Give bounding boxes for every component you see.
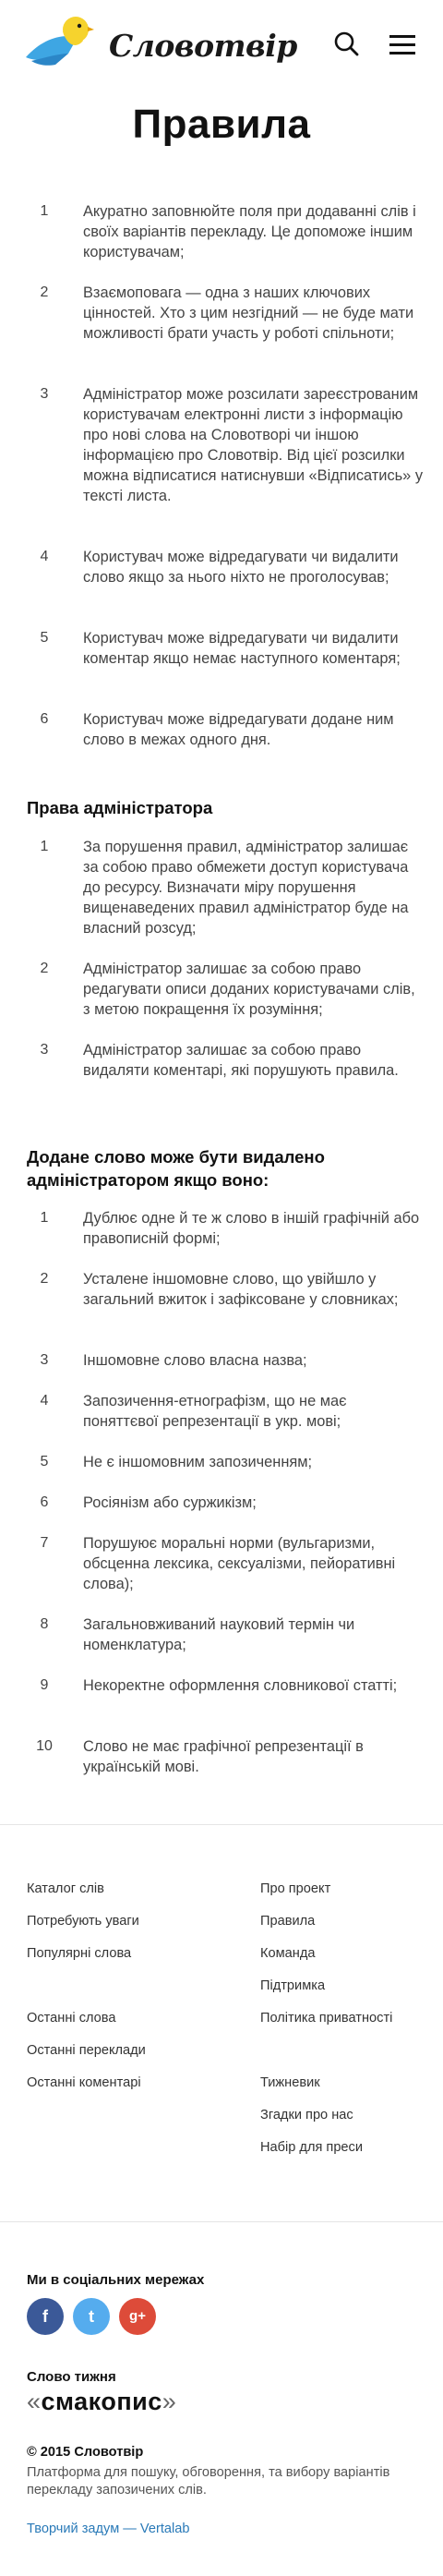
- footer-link-about[interactable]: Про проект: [260, 1880, 330, 1898]
- removal-section-title: Додане слово може бути видалено адмініст…: [27, 1147, 325, 1190]
- rule-text: Адміністратор залишає за собою право вид…: [83, 1042, 399, 1079]
- rule-text: Усталене іншомовне слово, що увійшло у з…: [83, 1271, 399, 1308]
- rule-number: 4: [40, 1393, 49, 1409]
- rule-number: 5: [40, 630, 49, 646]
- google-plus-button[interactable]: g+: [119, 2298, 156, 2335]
- rule-number: 10: [36, 1738, 53, 1754]
- rule-text: Слово не має графічної репрезентації в у…: [83, 1738, 364, 1775]
- rule-text: Порушуює моральні норми (вульгаризми, об…: [83, 1535, 396, 1592]
- site-header: Словотвір: [0, 0, 443, 89]
- word-of-week-title: Слово тижня: [27, 2369, 116, 2385]
- rule-text: Росіянізм або суржикізм;: [83, 1494, 257, 1511]
- rule-number: 1: [40, 1210, 49, 1226]
- rule-text: Дублює одне й те ж слово в іншій графічн…: [83, 1210, 420, 1247]
- twitter-button[interactable]: t: [73, 2298, 110, 2335]
- rule-number: 5: [40, 1454, 49, 1469]
- word-of-week-link[interactable]: «смакопис»: [27, 2388, 176, 2416]
- rule-text: Користувач може відредагувати чи видалит…: [83, 630, 401, 667]
- rule-number: 2: [40, 1271, 49, 1287]
- footer-link-recent-translations[interactable]: Останні переклади: [27, 2041, 146, 2060]
- rule-number: 6: [40, 1494, 49, 1510]
- search-button[interactable]: [330, 28, 364, 61]
- rule-number: 2: [40, 284, 49, 300]
- footer-link-rules[interactable]: Правила: [260, 1912, 315, 1930]
- footer-divider-2: [0, 2221, 443, 2222]
- rule-number: 1: [40, 203, 49, 219]
- rule-number: 2: [40, 961, 49, 976]
- footer-link-mentions[interactable]: Згадки про нас: [260, 2106, 353, 2124]
- rule-text: Адміністратор може розсилати зареєстрова…: [83, 386, 424, 504]
- copyright: © 2015 Словотвір: [27, 2445, 144, 2460]
- rule-number: 8: [40, 1616, 49, 1632]
- rule-text: Запозичення-етнографізм, що не має понят…: [83, 1393, 347, 1430]
- quote-open: «: [27, 2388, 42, 2415]
- social-title: Ми в соціальних мережах: [27, 2272, 205, 2288]
- rule-number: 7: [40, 1535, 49, 1551]
- rule-number: 6: [40, 711, 49, 727]
- rule-text: Некоректне оформлення словникової статті…: [83, 1677, 398, 1694]
- credit-link[interactable]: Творчий задум — Vertalab: [27, 2522, 189, 2536]
- facebook-button[interactable]: f: [27, 2298, 64, 2335]
- tagline: Платформа для пошуку, обговорення, та ви…: [27, 2465, 390, 2497]
- footer-link-catalog[interactable]: Каталог слів: [27, 1880, 104, 1898]
- logo[interactable]: Словотвір: [22, 13, 297, 74]
- rule-text: Користувач може відредагувати додане ним…: [83, 711, 394, 748]
- rule-text: Акуратно заповнюйте поля при додаванні с…: [83, 203, 416, 260]
- rule-number: 1: [40, 839, 49, 854]
- google-plus-icon: g+: [129, 2308, 146, 2324]
- footer-divider: [0, 1824, 443, 1825]
- footer-link-popular[interactable]: Популярні слова: [27, 1944, 131, 1963]
- footer-link-weekly[interactable]: Тижневик: [260, 2074, 320, 2092]
- admin-section-title: Права адміністратора: [27, 798, 213, 817]
- rule-number: 3: [40, 386, 49, 402]
- footer-link-press-kit[interactable]: Набір для преси: [260, 2138, 363, 2157]
- rule-text: Не є іншомовним запозиченням;: [83, 1454, 313, 1470]
- rule-number: 3: [40, 1042, 49, 1058]
- rule-text: Користувач може відредагувати чи видалит…: [83, 549, 399, 586]
- footer-link-support[interactable]: Підтримка: [260, 1977, 325, 1995]
- footer-link-privacy[interactable]: Політика приватності: [260, 2009, 392, 2027]
- rule-text: Адміністратор залишає за собою право ред…: [83, 961, 415, 1018]
- bird-logo-icon: [26, 17, 94, 66]
- rule-text: Іншомовне слово власна назва;: [83, 1352, 307, 1369]
- rule-number: 4: [40, 549, 49, 564]
- twitter-icon: t: [89, 2307, 94, 2326]
- quote-close: »: [162, 2388, 177, 2415]
- rule-text: За порушення правил, адміністратор залиш…: [83, 839, 409, 937]
- rule-text: Загальновживаний науковий термін чи номе…: [83, 1616, 355, 1653]
- footer-link-recent-words[interactable]: Останні слова: [27, 2009, 116, 2027]
- rule-number: 9: [40, 1677, 49, 1693]
- facebook-icon: f: [42, 2307, 48, 2326]
- rule-number: 3: [40, 1352, 49, 1368]
- menu-button[interactable]: [384, 28, 421, 61]
- page-title: Правила: [132, 102, 311, 147]
- search-icon: [334, 31, 359, 56]
- logo-text: Словотвір: [109, 28, 297, 64]
- hamburger-icon: [389, 35, 415, 54]
- footer-link-recent-comments[interactable]: Останні коментарі: [27, 2074, 141, 2092]
- footer-link-team[interactable]: Команда: [260, 1944, 315, 1963]
- word-of-week: смакопис: [41, 2388, 162, 2415]
- footer-link-need-attention[interactable]: Потребують уваги: [27, 1912, 139, 1930]
- rule-text: Взаємоповага — одна з наших ключових цін…: [83, 284, 414, 342]
